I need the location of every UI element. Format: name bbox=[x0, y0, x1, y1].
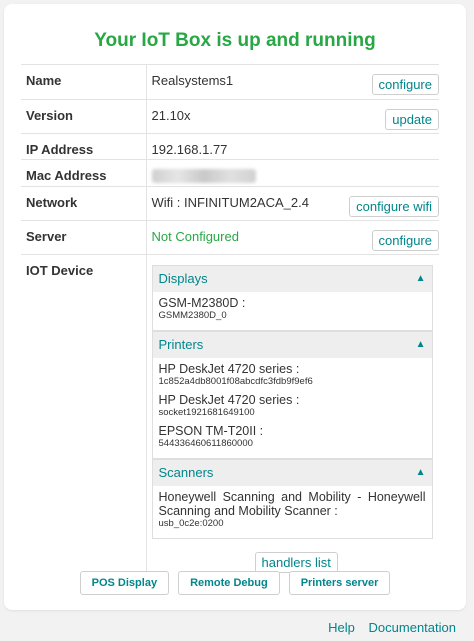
mac-label: Mac Address bbox=[21, 159, 147, 187]
printers-section: Printers ▲ HP DeskJet 4720 series : 1c85… bbox=[151, 331, 433, 459]
server-label: Server bbox=[21, 220, 147, 255]
device-id: GSMM2380D_0 bbox=[158, 310, 227, 321]
configure-wifi-button[interactable]: configure wifi bbox=[349, 196, 439, 217]
server-value: Not Configured bbox=[151, 229, 239, 244]
displays-header[interactable]: Displays ▲ bbox=[152, 266, 432, 292]
row-name: Name Realsystems1 configure bbox=[21, 64, 439, 100]
row-iot-device: IOT Device Displays ▲ GSM-M2380D : GSMM2… bbox=[21, 254, 440, 573]
collapse-up-icon[interactable]: ▲ bbox=[416, 460, 426, 486]
device-name: GSM-M2380D : bbox=[158, 296, 246, 310]
collapse-up-icon[interactable]: ▲ bbox=[416, 332, 426, 358]
device-name: Honeywell Scanning and Mobility - Honeyw… bbox=[158, 490, 426, 518]
displays-section: Displays ▲ GSM-M2380D : GSMM2380D_0 bbox=[151, 265, 433, 331]
network-label: Network bbox=[21, 186, 147, 221]
mac-value-redacted bbox=[151, 169, 256, 183]
configure-name-button[interactable]: configure bbox=[371, 74, 439, 95]
page-title: Your IoT Box is up and running bbox=[94, 30, 376, 51]
printers-title: Printers bbox=[158, 337, 204, 352]
device-id: 1c852a4db8001f08abcdfc3fdb9f9ef6 bbox=[158, 376, 313, 387]
version-label: Version bbox=[21, 99, 147, 134]
name-label: Name bbox=[21, 64, 147, 100]
row-version: Version 21.10x update bbox=[21, 99, 439, 134]
device-name: HP DeskJet 4720 series : bbox=[158, 393, 300, 407]
documentation-link[interactable]: Documentation bbox=[369, 620, 456, 635]
ip-label: IP Address bbox=[21, 133, 147, 160]
remote-debug-button[interactable]: Remote Debug bbox=[178, 571, 280, 595]
configure-server-button[interactable]: configure bbox=[371, 230, 439, 251]
info-table: Name Realsystems1 configure Version 21.1… bbox=[21, 64, 439, 573]
device-id: socket1921681649100 bbox=[158, 407, 255, 418]
scanners-section: Scanners ▲ Honeywell Scanning and Mobili… bbox=[151, 459, 433, 539]
version-value: 21.10x bbox=[151, 108, 191, 123]
collapse-up-icon[interactable]: ▲ bbox=[416, 266, 426, 292]
main-card: Your IoT Box is up and running Name Real… bbox=[4, 4, 466, 610]
printers-header[interactable]: Printers ▲ bbox=[152, 332, 432, 358]
row-mac: Mac Address bbox=[21, 159, 439, 187]
printers-server-button[interactable]: Printers server bbox=[288, 571, 391, 595]
device-list: Displays ▲ GSM-M2380D : GSMM2380D_0 Prin… bbox=[151, 263, 440, 573]
network-value: Wifi : INFINITUM2ACA_2.4 bbox=[151, 195, 309, 210]
handlers-list-button[interactable]: handlers list bbox=[254, 552, 338, 573]
scanners-header[interactable]: Scanners ▲ bbox=[152, 460, 432, 486]
device-id: usb_0c2e:0200 bbox=[158, 518, 224, 529]
device-name: HP DeskJet 4720 series : bbox=[158, 362, 300, 376]
displays-title: Displays bbox=[158, 271, 208, 286]
scanners-title: Scanners bbox=[158, 465, 214, 480]
help-link[interactable]: Help bbox=[328, 620, 355, 635]
ip-value: 192.168.1.77 bbox=[146, 133, 439, 160]
bottom-actions: POS Display Remote Debug Printers server bbox=[4, 571, 466, 595]
footer-links: Help Documentation bbox=[318, 620, 456, 635]
name-value: Realsystems1 bbox=[151, 73, 234, 88]
iot-device-label: IOT Device bbox=[21, 254, 147, 573]
row-server: Server Not Configured configure bbox=[21, 220, 439, 255]
row-ip: IP Address 192.168.1.77 bbox=[21, 133, 439, 160]
pos-display-button[interactable]: POS Display bbox=[79, 571, 170, 595]
device-name: EPSON TM-T20II : bbox=[158, 424, 264, 438]
update-button[interactable]: update bbox=[385, 109, 439, 130]
device-id: 544336460611860000 bbox=[158, 438, 253, 449]
row-network: Network Wifi : INFINITUM2ACA_2.4 configu… bbox=[21, 186, 439, 221]
